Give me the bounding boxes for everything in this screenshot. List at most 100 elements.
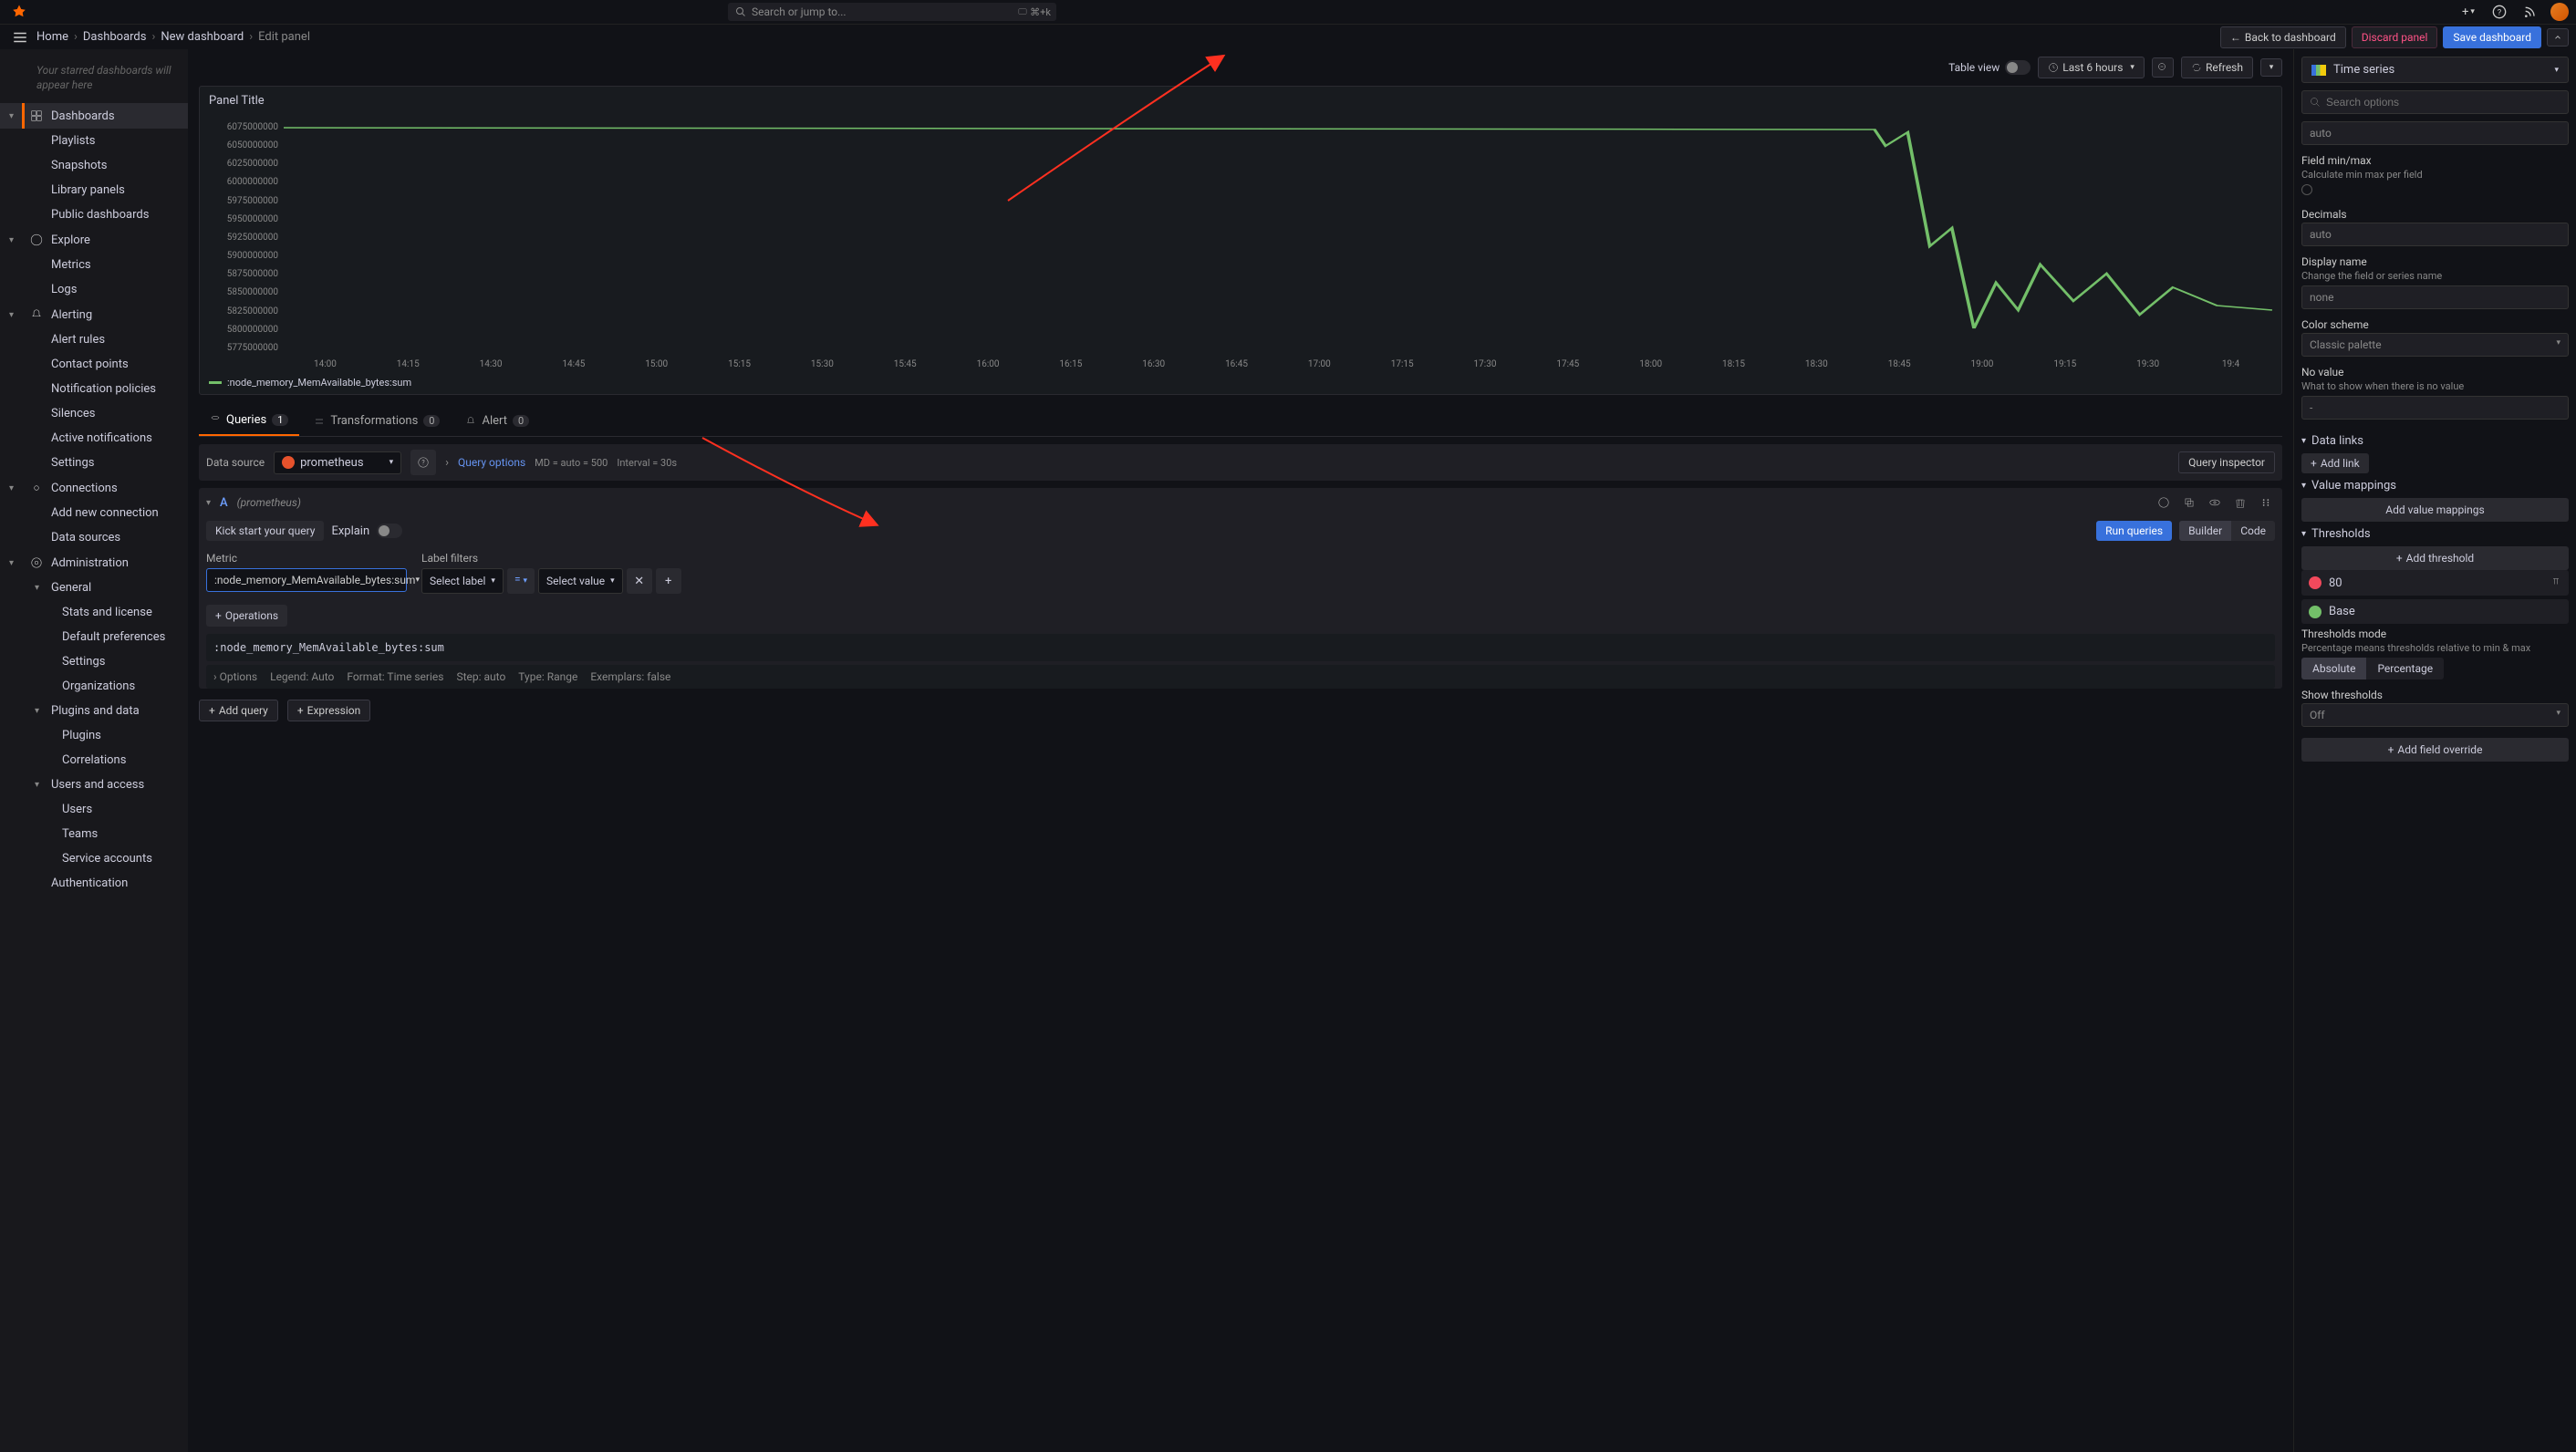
kick-start-button[interactable]: Kick start your query <box>206 521 324 541</box>
threshold-mode-toggle[interactable]: Absolute Percentage <box>2301 658 2444 679</box>
nav-metrics[interactable]: Metrics <box>0 253 188 277</box>
add-query-button[interactable]: + Add query <box>199 700 278 721</box>
datasource-select[interactable]: prometheus▾ <box>274 451 401 474</box>
nav-alert-rules[interactable]: Alert rules <box>0 327 188 352</box>
nav-general[interactable]: ▾General <box>0 576 188 600</box>
nav-contact-points[interactable]: Contact points <box>0 352 188 377</box>
nav-alerting[interactable]: ▾Alerting <box>0 302 188 327</box>
nav-plugins-data[interactable]: ▾Plugins and data <box>0 699 188 723</box>
nav-dashboards[interactable]: ▾Dashboards <box>0 103 188 129</box>
breadcrumb-new-dashboard[interactable]: New dashboard <box>161 30 244 44</box>
nav-default-prefs[interactable]: Default preferences <box>0 625 188 649</box>
nav-public-dashboards[interactable]: Public dashboards <box>0 202 188 227</box>
breadcrumb-home[interactable]: Home <box>36 30 68 44</box>
tab-queries[interactable]: Queries1 <box>199 406 299 436</box>
nav-connections[interactable]: ▾Connections <box>0 475 188 501</box>
value-mappings-section[interactable]: ▾Value mappings <box>2301 473 2569 498</box>
grafana-logo-icon[interactable] <box>11 4 27 20</box>
code-mode[interactable]: Code <box>2231 521 2275 541</box>
save-options-chevron[interactable] <box>2547 28 2569 47</box>
decimals-input[interactable]: auto <box>2301 223 2569 246</box>
drag-handle-icon[interactable] <box>2257 493 2275 512</box>
nav-plugins[interactable]: Plugins <box>0 723 188 748</box>
delete-query-icon[interactable] <box>2231 493 2249 512</box>
nav-alerting-settings[interactable]: Settings <box>0 451 188 475</box>
color-scheme-select[interactable]: Classic palette▾ <box>2301 333 2569 357</box>
nav-admin-settings[interactable]: Settings <box>0 649 188 674</box>
builder-mode[interactable]: Builder <box>2179 521 2231 541</box>
show-thresholds-select[interactable]: Off▾ <box>2301 703 2569 727</box>
operations-button[interactable]: + Operations <box>206 605 287 627</box>
query-options-link[interactable]: Query options <box>458 456 525 469</box>
nav-organizations[interactable]: Organizations <box>0 674 188 699</box>
back-to-dashboard-button[interactable]: ← Back to dashboard <box>2220 26 2346 48</box>
data-links-section[interactable]: ▾Data links <box>2301 429 2569 453</box>
nav-notification-policies[interactable]: Notification policies <box>0 377 188 401</box>
operator-select[interactable]: = ▾ <box>507 568 535 594</box>
help-icon[interactable]: ? <box>2488 1 2510 23</box>
time-range-picker[interactable]: Last 6 hours▾ <box>2038 57 2145 78</box>
discard-panel-button[interactable]: Discard panel <box>2352 26 2438 48</box>
tab-transformations[interactable]: Transformations0 <box>303 406 451 436</box>
global-search-input[interactable]: Search or jump to... ⌘+k <box>728 3 1056 21</box>
thresholds-section[interactable]: ▾Thresholds <box>2301 522 2569 546</box>
threshold-80[interactable]: 80 <box>2301 570 2569 596</box>
threshold-base[interactable]: Base <box>2301 599 2569 624</box>
news-icon[interactable] <box>2519 1 2541 23</box>
explain-toggle[interactable] <box>377 524 402 538</box>
nav-library-panels[interactable]: Library panels <box>0 178 188 202</box>
nav-correlations[interactable]: Correlations <box>0 748 188 773</box>
toggle-visibility-icon[interactable] <box>2206 493 2224 512</box>
unit-input[interactable]: auto <box>2301 121 2569 145</box>
menu-toggle-icon[interactable] <box>7 25 33 50</box>
absolute-mode[interactable]: Absolute <box>2301 658 2366 679</box>
nav-snapshots[interactable]: Snapshots <box>0 153 188 178</box>
add-threshold-button[interactable]: + Add threshold <box>2301 546 2569 570</box>
collapse-chevron-icon[interactable]: ▾ <box>206 498 211 508</box>
add-filter-button[interactable]: + <box>656 568 681 594</box>
metric-select[interactable]: :node_memory_MemAvailable_bytes:sum▾ <box>206 568 407 592</box>
tab-alert[interactable]: Alert0 <box>454 406 540 436</box>
table-view-toggle[interactable]: Table view <box>1948 60 2031 75</box>
run-queries-button[interactable]: Run queries <box>2096 521 2172 541</box>
display-name-input[interactable]: none <box>2301 285 2569 309</box>
datasource-settings-button[interactable]: ? <box>410 450 436 475</box>
save-dashboard-button[interactable]: Save dashboard <box>2443 26 2541 48</box>
duplicate-query-icon[interactable] <box>2180 493 2198 512</box>
editor-mode-toggle[interactable]: Builder Code <box>2179 521 2275 541</box>
query-help-icon[interactable] <box>2155 493 2173 512</box>
nav-add-connection[interactable]: Add new connection <box>0 501 188 525</box>
breadcrumb-dashboards[interactable]: Dashboards <box>83 30 147 44</box>
nav-playlists[interactable]: Playlists <box>0 129 188 153</box>
add-value-mapping-button[interactable]: Add value mappings <box>2301 498 2569 522</box>
nav-silences[interactable]: Silences <box>0 401 188 426</box>
user-avatar[interactable] <box>2550 3 2569 21</box>
nav-teams[interactable]: Teams <box>0 822 188 846</box>
no-value-input[interactable]: - <box>2301 396 2569 420</box>
percentage-mode[interactable]: Percentage <box>2366 658 2444 679</box>
remove-threshold-icon[interactable] <box>2550 576 2561 590</box>
add-field-override-button[interactable]: + Add field override <box>2301 738 2569 762</box>
visualization-picker[interactable]: Time series ▾ <box>2301 57 2569 83</box>
zoom-out-button[interactable] <box>2152 57 2174 78</box>
nav-data-sources[interactable]: Data sources <box>0 525 188 550</box>
nav-users[interactable]: Users <box>0 797 188 822</box>
search-options-input[interactable] <box>2301 90 2569 114</box>
add-link-button[interactable]: + Add link <box>2301 453 2369 473</box>
refresh-button[interactable]: Refresh <box>2181 57 2253 78</box>
nav-administration[interactable]: ▾Administration <box>0 550 188 576</box>
add-menu-button[interactable]: +▾ <box>2457 1 2479 23</box>
nav-logs[interactable]: Logs <box>0 277 188 302</box>
query-inspector-button[interactable]: Query inspector <box>2178 451 2275 473</box>
nav-service-accounts[interactable]: Service accounts <box>0 846 188 871</box>
remove-filter-button[interactable]: ✕ <box>627 568 652 594</box>
label-select[interactable]: Select label▾ <box>421 568 504 594</box>
field-minmax-toggle[interactable] <box>2301 184 2312 195</box>
refresh-interval-chevron[interactable]: ▾ <box>2260 58 2282 77</box>
nav-users-access[interactable]: ▾Users and access <box>0 773 188 797</box>
nav-explore[interactable]: ▾Explore <box>0 227 188 253</box>
add-expression-button[interactable]: + Expression <box>287 700 370 721</box>
nav-stats-license[interactable]: Stats and license <box>0 600 188 625</box>
nav-authentication[interactable]: Authentication <box>0 871 188 896</box>
value-select[interactable]: Select value▾ <box>538 568 623 594</box>
